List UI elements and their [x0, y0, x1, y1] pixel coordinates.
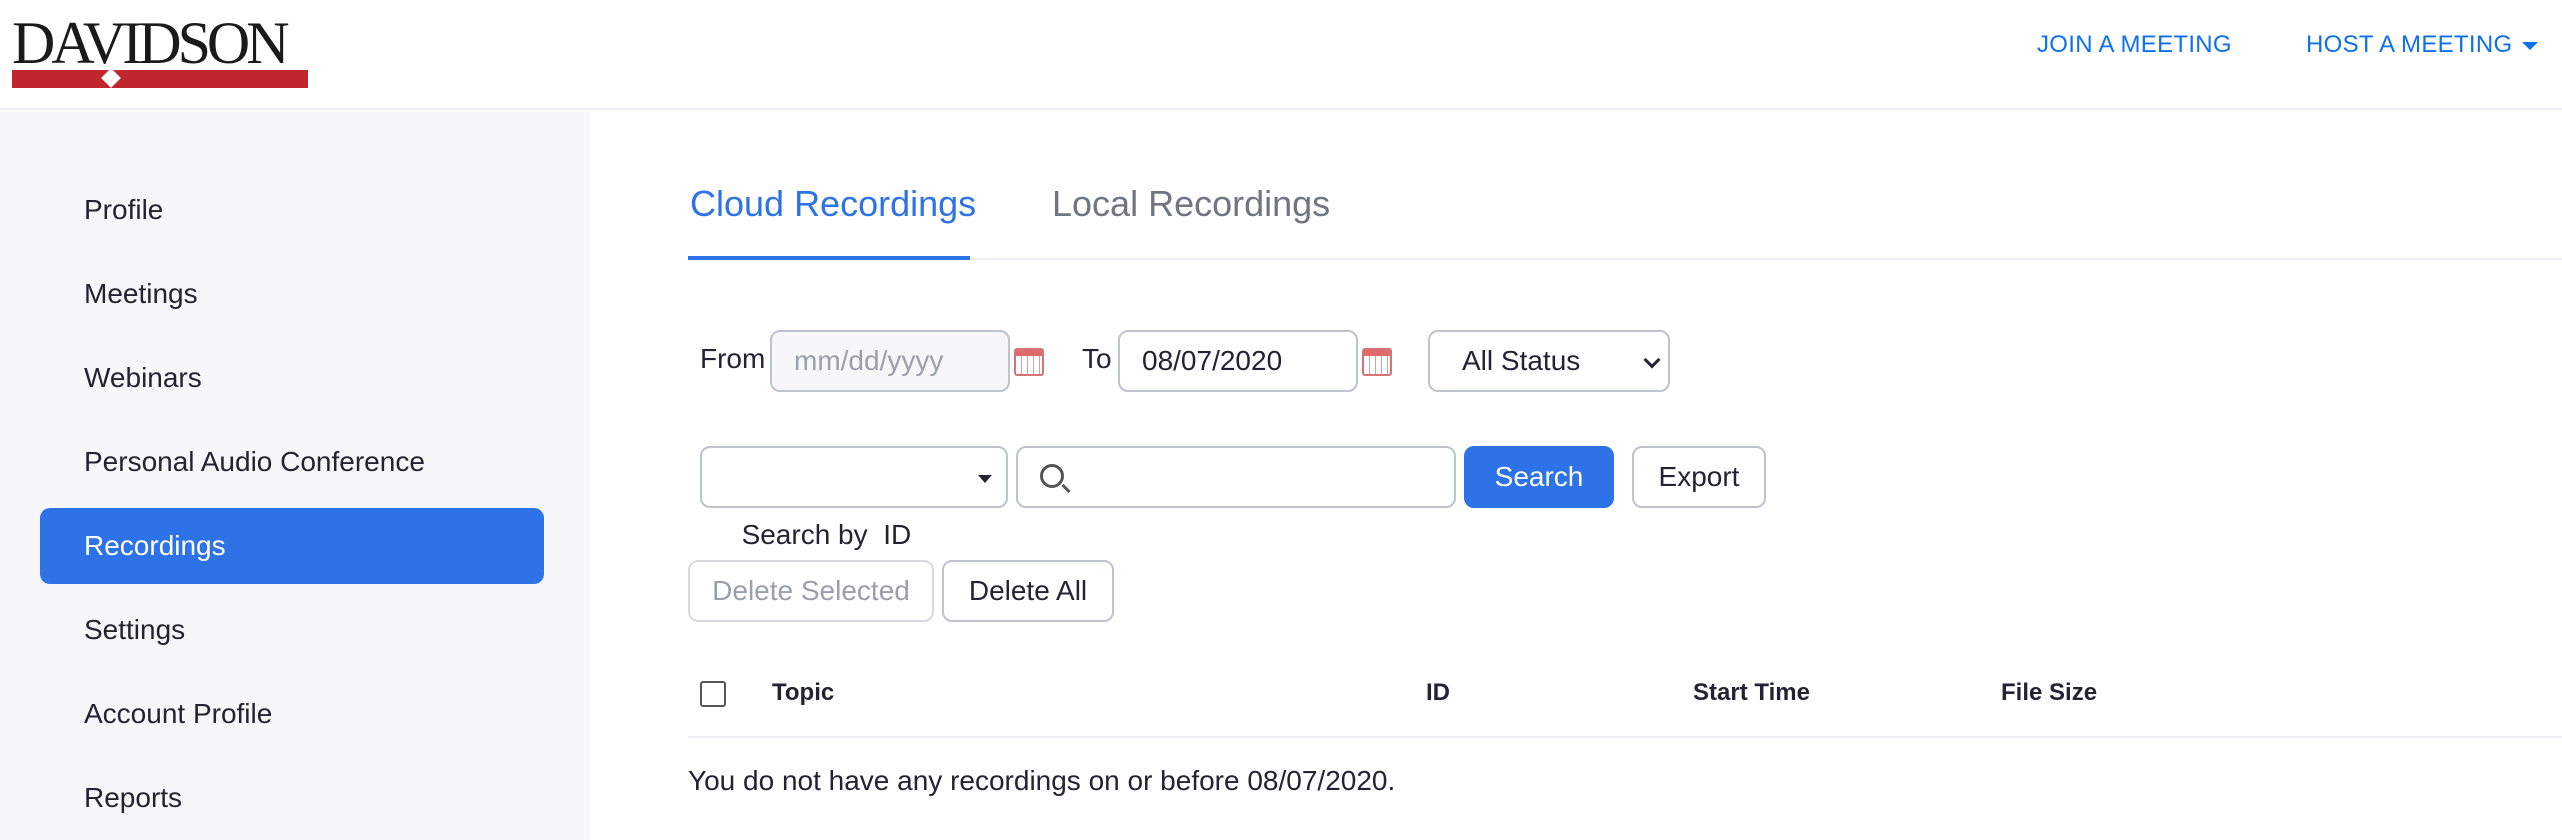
to-date-input[interactable]: 08/07/2020 — [1118, 330, 1358, 392]
search-button[interactable]: Search — [1464, 446, 1614, 508]
sidebar-item-reports[interactable]: Reports — [40, 760, 544, 836]
delete-selected-button[interactable]: Delete Selected — [688, 560, 934, 622]
host-meeting-dropdown[interactable]: HOST A MEETING — [2306, 30, 2539, 60]
delete-all-button[interactable]: Delete All — [942, 560, 1114, 622]
from-label: From — [700, 343, 766, 374]
davidson-logo[interactable]: DAVIDSON — [12, 10, 310, 94]
search-icon — [1040, 464, 1064, 488]
logo-wordmark: DAVIDSON — [12, 10, 290, 76]
search-by-value: Search by ID — [741, 519, 912, 550]
caret-down-icon — [978, 475, 992, 483]
caret-down-icon — [2522, 41, 2539, 50]
recordings-tabs: Cloud Recordings Local Recordings — [688, 112, 2562, 260]
tab-cloud-recordings[interactable]: Cloud Recordings — [690, 182, 976, 226]
logo-red-bar — [12, 70, 308, 88]
column-header-topic[interactable]: Topic — [772, 678, 834, 708]
chevron-down-icon — [1643, 351, 1661, 369]
top-header: DAVIDSON JOIN A MEETING HOST A MEETING — [0, 0, 2562, 110]
sidebar: Profile Meetings Webinars Personal Audio… — [0, 112, 590, 840]
calendar-icon[interactable] — [1362, 348, 1392, 376]
sidebar-item-webinars[interactable]: Webinars — [40, 340, 544, 416]
active-tab-indicator — [688, 256, 970, 260]
status-select-value: All Status — [1462, 345, 1581, 376]
sidebar-item-settings[interactable]: Settings — [40, 592, 544, 668]
export-button[interactable]: Export — [1632, 446, 1766, 508]
empty-state-message: You do not have any recordings on or bef… — [688, 765, 1396, 796]
join-meeting-link[interactable]: JOIN A MEETING — [2037, 30, 2232, 60]
column-header-file-size[interactable]: File Size — [2001, 678, 2097, 708]
tab-local-recordings[interactable]: Local Recordings — [1052, 182, 1330, 226]
select-all-checkbox[interactable] — [700, 681, 726, 707]
sidebar-item-personal-audio-conference[interactable]: Personal Audio Conference — [40, 424, 544, 500]
search-input[interactable] — [1016, 446, 1456, 508]
host-meeting-label: HOST A MEETING — [2306, 31, 2513, 58]
sidebar-item-meetings[interactable]: Meetings — [40, 256, 544, 332]
column-header-id[interactable]: ID — [1426, 678, 1450, 708]
status-select[interactable]: All Status — [1428, 330, 1670, 392]
sidebar-item-profile[interactable]: Profile — [40, 172, 544, 248]
column-header-start-time[interactable]: Start Time — [1693, 678, 1810, 708]
to-label: To — [1082, 343, 1112, 374]
recordings-table-header: Topic ID Start Time File Size — [688, 664, 2562, 738]
sidebar-item-recordings[interactable]: Recordings — [40, 508, 544, 584]
from-date-input[interactable]: mm/dd/yyyy — [770, 330, 1010, 392]
sidebar-item-account-profile[interactable]: Account Profile — [40, 676, 544, 752]
calendar-icon[interactable] — [1014, 348, 1044, 376]
search-by-select[interactable]: Search by ID — [700, 446, 1008, 550]
